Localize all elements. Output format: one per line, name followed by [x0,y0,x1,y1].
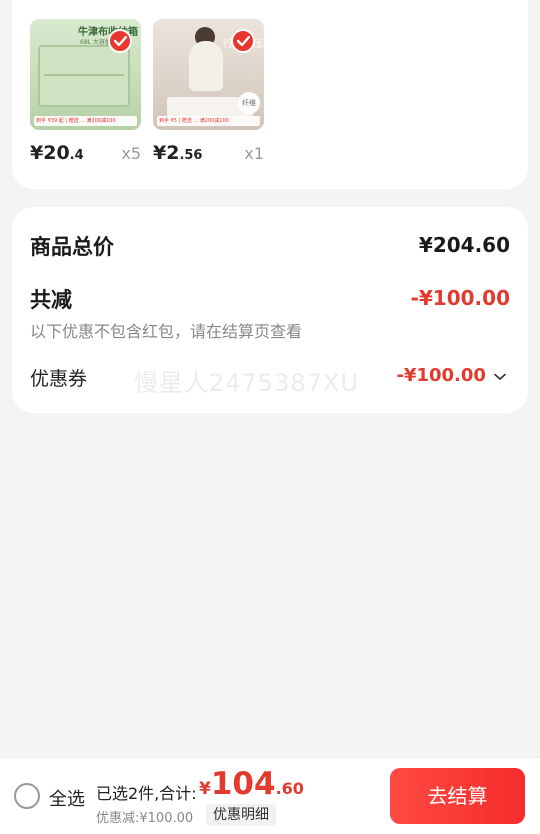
checkout-button[interactable]: 去结算 [390,768,525,824]
radio-unchecked-icon[interactable] [14,783,40,809]
discount-detail-button[interactable]: 优惠明细 [206,804,276,826]
product-quantity: x5 [121,144,141,163]
total-price-value: ¥204.60 [418,233,510,257]
product-price-row: ¥20.4 x5 [30,142,141,166]
watermark: 慢星人2475387XU [134,369,359,397]
total-price-label: 商品总价 [30,235,114,259]
thumbnail-price-strip: 到手 ¥5 | 赠送 ... 满200减100 [157,116,260,126]
check-icon[interactable] [231,29,255,53]
price-summary-card: 商品总价 ¥204.60 共减 -¥100.00 以下优惠不包含红包，请在结算页… [12,207,528,413]
coupon-value[interactable]: -¥100.00 [396,365,485,386]
product-item-1[interactable]: 牛津布收纳箱 68L 大容量 到手 ¥39 起 | 赠送 ... 满200减10… [30,19,141,164]
cart-items-card: 牛津布收纳箱 68L 大容量 到手 ¥39 起 | 赠送 ... 满200减10… [12,0,528,189]
coupon-label: 优惠券 [30,368,88,390]
product-price: ¥20.4 [30,142,84,164]
reduction-value: -¥100.00 [410,286,510,310]
cart-total: ¥104.60 [199,766,304,802]
discount-amount: 优惠减:¥100.00 [96,811,194,826]
product-quantity: x1 [244,144,264,163]
product-price-row: ¥2.56 x1 [153,142,264,166]
reduction-label: 共减 [30,288,72,312]
product-thumbnail[interactable]: 牛津布收纳箱 68L 大容量 到手 ¥39 起 | 赠送 ... 满200减10… [30,19,141,130]
product-thumbnail[interactable]: 行李用压缩袋 纤维 到手 ¥5 | 赠送 ... 满200减100 [153,19,264,130]
thumbnail-price-strip: 到手 ¥39 起 | 赠送 ... 满200减100 [34,116,137,126]
selected-count-text: 已选2件,合计: [96,784,197,803]
check-icon[interactable] [108,29,132,53]
product-price: ¥2.56 [153,142,203,164]
coupon-row[interactable]: -¥100.00 [396,365,506,386]
discount-note: 以下优惠不包含红包，请在结算页查看 [30,322,303,341]
thumbnail-badge: 纤维 [238,92,260,114]
chevron-down-icon[interactable] [494,373,506,381]
product-item-2[interactable]: 行李用压缩袋 纤维 到手 ¥5 | 赠送 ... 满200减100 ¥2.56 … [153,19,264,164]
checkout-bar: 全选 已选2件,合计: ¥104.60 优惠减:¥100.00 优惠明细 去结算 [0,757,540,834]
model-body-image [189,41,223,91]
storage-box-image [38,45,130,107]
select-all-label[interactable]: 全选 [49,785,85,811]
thumbnail-subtitle: 68L 大容量 [80,39,111,46]
